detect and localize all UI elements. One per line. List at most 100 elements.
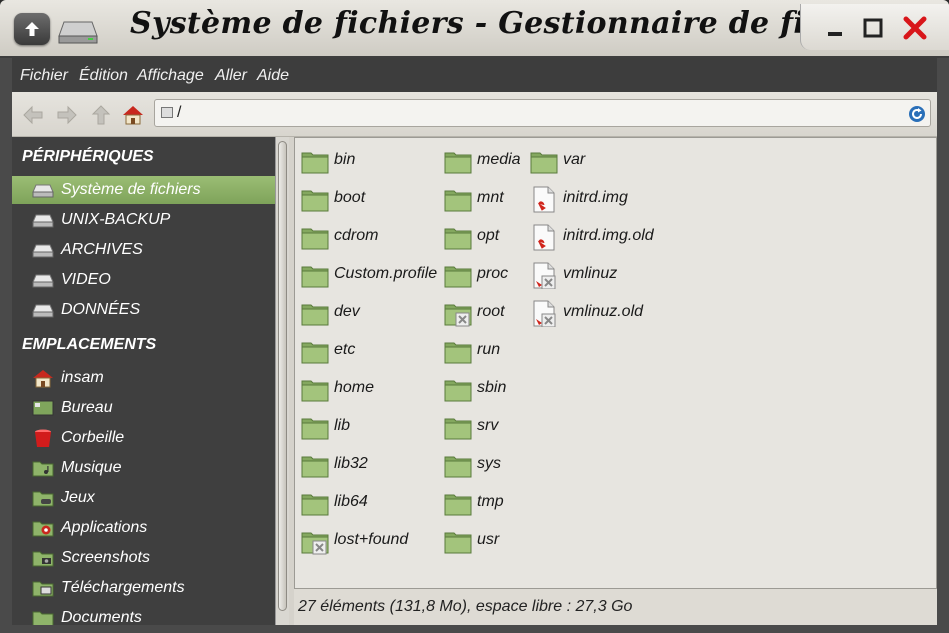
file-name: initrd.img.old xyxy=(563,227,654,244)
sidebar-item-label: Bureau xyxy=(61,399,113,416)
folder-icon xyxy=(444,380,472,402)
folder-icon xyxy=(444,342,472,364)
devices-header: PÉRIPHÉRIQUES xyxy=(22,148,154,165)
file-name: etc xyxy=(334,341,356,358)
sidebar-item-jeux[interactable]: Jeux xyxy=(12,484,275,512)
sidebar-item-label: Musique xyxy=(61,459,122,476)
sidebar-item-label: Screenshots xyxy=(61,549,150,566)
sidebar-item-label: DONNÉES xyxy=(61,301,141,318)
file-view: bin boot cdrom Custom.profile dev etc home lib l… xyxy=(294,137,937,589)
sidebar-scrollbar-thumb[interactable] xyxy=(278,141,287,611)
minimize-icon[interactable] xyxy=(821,14,849,42)
toolbar: / xyxy=(12,92,937,137)
sidebar-item-archives[interactable]: ARCHIVES xyxy=(12,236,275,264)
desktop-icon xyxy=(32,400,54,416)
file-name: tmp xyxy=(477,493,504,510)
folder-icon xyxy=(444,228,472,250)
file-name: opt xyxy=(477,227,500,244)
folder-icon xyxy=(444,266,472,288)
sidebar-item-video[interactable]: VIDEO xyxy=(12,266,275,294)
sidebar-item-donnees[interactable]: DONNÉES xyxy=(12,296,275,324)
menu-aller[interactable]: Aller xyxy=(215,67,247,85)
window-menu-button[interactable] xyxy=(14,13,50,45)
symlink-file-icon xyxy=(533,262,556,289)
locked-folder-icon xyxy=(301,532,329,555)
folder-icon xyxy=(444,456,472,478)
sidebar-item-label: UNIX-BACKUP xyxy=(61,211,171,228)
folder-icon xyxy=(301,266,329,288)
file-name: usr xyxy=(477,531,500,548)
applications-folder-icon xyxy=(32,521,54,537)
file-name: boot xyxy=(334,189,366,206)
symlink-file-icon xyxy=(533,300,556,327)
sidebar-scrollbar[interactable] xyxy=(275,137,290,633)
file-name: initrd.img xyxy=(563,189,628,206)
sidebar-item-telechargements[interactable]: Téléchargements xyxy=(12,574,275,602)
file-name: lost+found xyxy=(334,531,409,548)
folder-icon xyxy=(444,418,472,440)
sidebar-item-label: insam xyxy=(61,369,104,386)
folder-icon xyxy=(444,494,472,516)
menu-aide[interactable]: Aide xyxy=(257,67,289,85)
music-folder-icon xyxy=(32,461,54,477)
drive-small-icon xyxy=(161,107,173,118)
file-name: bin xyxy=(334,151,356,168)
folder-icon xyxy=(301,380,329,402)
locked-folder-icon xyxy=(444,304,472,327)
file-name: lib xyxy=(334,417,351,434)
window-title: Système de fichiers - Gestionnaire de fi… xyxy=(130,6,911,41)
symlink-file-icon xyxy=(533,186,555,213)
file-name: cdrom xyxy=(334,227,379,244)
sidebar-item-bureau[interactable]: Bureau xyxy=(12,394,275,422)
file-name: sys xyxy=(477,455,501,472)
sidebar-item-insam[interactable]: insam xyxy=(12,364,275,392)
drive-icon xyxy=(32,214,54,228)
file-name: mnt xyxy=(477,189,504,206)
title-bar: Système de fichiers - Gestionnaire de fi… xyxy=(0,0,949,58)
reload-icon[interactable] xyxy=(908,105,926,123)
sidebar-item-label: Téléchargements xyxy=(61,579,185,596)
close-icon[interactable] xyxy=(901,14,929,42)
up-arrow-icon[interactable] xyxy=(90,104,112,126)
folder-icon xyxy=(301,456,329,478)
menu-affichage[interactable]: Affichage xyxy=(137,67,204,85)
maximize-icon[interactable] xyxy=(859,14,887,42)
status-bar: 27 éléments (131,8 Mo), espace libre : 2… xyxy=(294,589,937,625)
file-name: lib64 xyxy=(334,493,368,510)
folder-icon xyxy=(301,190,329,212)
folder-icon xyxy=(444,152,472,174)
sidebar-item-musique[interactable]: Musique xyxy=(12,454,275,482)
sidebar: PÉRIPHÉRIQUES Système de fichiers UNIX-B… xyxy=(12,137,275,633)
back-arrow-icon[interactable] xyxy=(22,104,44,126)
file-name: lib32 xyxy=(334,455,368,472)
file-name: media xyxy=(477,151,521,168)
sidebar-item-unix-backup[interactable]: UNIX-BACKUP xyxy=(12,206,275,234)
sidebar-item-screenshots[interactable]: Screenshots xyxy=(12,544,275,572)
sidebar-item-systeme-de-fichiers[interactable]: Système de fichiers xyxy=(12,176,275,204)
sidebar-item-corbeille[interactable]: Corbeille xyxy=(12,424,275,452)
window-controls xyxy=(800,4,949,50)
folder-icon xyxy=(530,152,558,174)
sidebar-item-applications[interactable]: Applications xyxy=(12,514,275,542)
file-name: srv xyxy=(477,417,499,434)
folder-icon xyxy=(301,342,329,364)
sidebar-item-label: Corbeille xyxy=(61,429,125,446)
drive-icon xyxy=(32,244,54,258)
drive-icon xyxy=(32,304,54,318)
games-folder-icon xyxy=(32,491,54,507)
home-icon[interactable] xyxy=(122,104,144,126)
forward-arrow-icon[interactable] xyxy=(56,104,78,126)
file-name: vmlinuz.old xyxy=(563,303,644,320)
location-bar[interactable]: / xyxy=(154,99,931,127)
file-name: Custom.profile xyxy=(334,265,438,282)
menu-fichier[interactable]: Fichier xyxy=(20,67,68,85)
file-name: proc xyxy=(477,265,509,282)
location-path: / xyxy=(177,104,182,121)
folder-icon xyxy=(301,152,329,174)
drive-icon xyxy=(32,184,54,198)
menu-bar: Fichier Édition Affichage Aller Aide xyxy=(12,58,937,92)
file-name: home xyxy=(334,379,375,396)
sidebar-item-label: Jeux xyxy=(61,489,95,506)
menu-edition[interactable]: Édition xyxy=(79,67,128,85)
screenshots-folder-icon xyxy=(32,551,54,567)
